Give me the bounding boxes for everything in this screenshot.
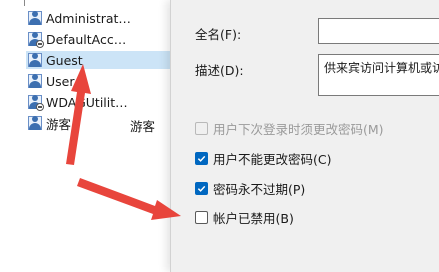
user-row-guest[interactable]: Guest (26, 51, 170, 69)
checkbox-label: 密码永不过期(P) (213, 182, 306, 197)
users-list-pane: Administrat… DefaultAcc… Guest User WDAG… (0, 0, 170, 272)
account-disabled-checkbox[interactable]: 帐户已禁用(B) (195, 208, 294, 227)
user-icon (28, 95, 44, 111)
checkbox-box (195, 122, 208, 135)
fullname-input[interactable] (318, 18, 439, 44)
checkbox-box[interactable] (195, 152, 208, 165)
user-name: Guest (46, 52, 83, 68)
user-properties-dialog: 全名(F): 描述(D): 供来宾访问计算机或访 用户下次登录时须更改密码(M)… (170, 0, 439, 272)
user-icon (28, 11, 42, 25)
checkbox-label: 帐户已禁用(B) (213, 211, 294, 226)
user-icon (28, 53, 42, 67)
user-description: 游客 (130, 119, 156, 134)
user-icon (28, 32, 44, 48)
user-icon (28, 74, 42, 88)
cannot-change-password-checkbox[interactable]: 用户不能更改密码(C) (195, 149, 331, 168)
checkmark-icon (197, 155, 206, 162)
user-name: WDAGUtilit… (46, 94, 128, 110)
user-row-defaultaccount[interactable]: DefaultAcc… (28, 30, 126, 48)
description-label: 描述(D): (195, 63, 244, 78)
checkmark-icon (197, 185, 206, 192)
user-icon (28, 116, 42, 130)
user-name: 游客 (46, 116, 72, 132)
fullname-label: 全名(F): (195, 27, 242, 42)
checkbox-label: 用户不能更改密码(C) (213, 152, 332, 167)
user-name: Administrat… (46, 10, 131, 26)
user-row-wdagutility[interactable]: WDAGUtilit… (28, 93, 128, 111)
user-row-user[interactable]: User (28, 72, 75, 90)
password-never-expires-checkbox[interactable]: 密码永不过期(P) (195, 179, 305, 198)
user-name: User (46, 73, 75, 89)
user-name: DefaultAcc… (46, 31, 127, 47)
must-change-password-checkbox: 用户下次登录时须更改密码(M) (195, 119, 384, 138)
checkbox-box[interactable] (195, 211, 208, 224)
checkbox-box[interactable] (195, 182, 208, 195)
description-input[interactable]: 供来宾访问计算机或访 (318, 54, 439, 96)
checkbox-label: 用户下次登录时须更改密码(M) (213, 122, 384, 137)
list-border-fragment (24, 0, 25, 6)
user-row-administrator[interactable]: Administrat… (28, 9, 131, 27)
